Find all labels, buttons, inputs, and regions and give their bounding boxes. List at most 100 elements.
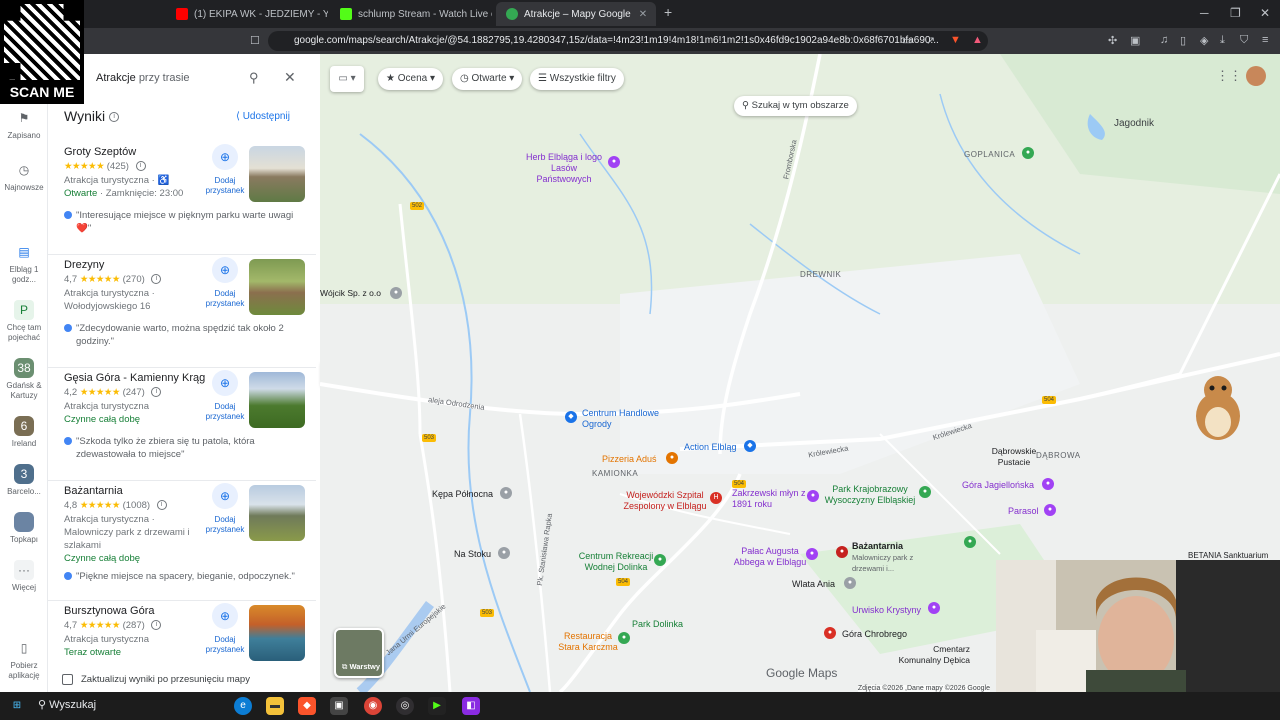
poi-marker[interactable]: ● [1044,504,1056,516]
place-label[interactable]: Urwisko Krystyny [852,605,921,616]
place-label[interactable]: Pizzeria Aduś [602,454,657,465]
share-button[interactable]: ⟨ Udostępnij [236,111,290,122]
app-icon[interactable]: ◧ [462,697,480,715]
park-marker[interactable]: ● [654,554,666,566]
place-label[interactable]: Action Elbląg [684,442,737,453]
poi-marker[interactable]: ● [824,627,836,639]
obs-icon[interactable]: ◎ [396,697,414,715]
minimize-icon[interactable]: ─ [1200,6,1209,20]
search-area-button[interactable]: ⚲ Szukaj w tym obszarze [734,96,857,116]
place-label[interactable]: KAMIONKA [592,468,638,479]
poi-marker[interactable]: ● [500,487,512,499]
poi-marker[interactable]: ● [844,577,856,589]
place-label[interactable]: Centrum Handlowe Ogrody [582,408,662,430]
place-name[interactable]: Groty Szeptów [64,146,136,158]
media-icon[interactable]: ♫ [1160,34,1168,46]
place-label[interactable]: GOPLANICA [964,149,1015,160]
result-card[interactable]: Bursztynowa Góra 4,7 ★★★★★ (287) i Atrak… [48,601,316,667]
file-explorer-icon[interactable]: ▬ [266,697,284,715]
store-icon[interactable]: ▣ [330,697,348,715]
bookmark-page-icon[interactable]: ☐ [250,34,260,47]
search-input[interactable]: Atrakcje przy trasie [96,66,302,90]
info-icon[interactable]: i [109,112,120,123]
rewards-icon[interactable]: ▲ [972,34,983,46]
place-photo[interactable] [249,259,305,315]
result-card[interactable]: Drezyny 4,7 ★★★★★ (270) i Atrakcja turys… [48,255,316,368]
shop-marker[interactable]: ◆ [744,440,756,452]
poi-marker[interactable]: ● [498,547,510,559]
place-label[interactable]: Jagodnik [1114,118,1154,129]
poi-marker[interactable]: ● [608,156,620,168]
rail-elblag[interactable]: ▤ Elbląg 1 godz... [0,242,48,285]
update-on-move-checkbox[interactable]: Zaktualizuj wyniki po przesunięciu mapy [62,674,250,685]
apps-grid-icon[interactable]: ⋮⋮ [1216,68,1242,84]
park-marker[interactable]: ● [618,632,630,644]
place-label[interactable]: Park Krajobrazowy Wysoczyzny Elbląskiej [820,484,920,506]
kick-app-icon[interactable]: ▶ [428,697,446,715]
place-label[interactable]: Pałac Augusta Abbega w Elblągu [732,546,808,568]
place-label[interactable]: Bażantarnia [852,541,903,552]
chrome-icon[interactable]: ◉ [364,697,382,715]
poi-marker[interactable]: ● [928,602,940,614]
poi-marker[interactable]: ● [390,287,402,299]
info-icon[interactable]: i [151,387,162,398]
add-stop-button[interactable]: ⊕ Dodaj przystanek [200,257,250,309]
place-label[interactable]: Wojewódzki Szpital Zespolony w Elblągu [620,490,710,512]
download-icon[interactable]: ⤓ [1220,34,1225,47]
park-marker[interactable]: ● [964,536,976,548]
rail-topkapi[interactable]: Topkapı [0,512,48,545]
place-photo[interactable] [249,146,305,202]
map-toggle-button[interactable]: ▭ ▾ [330,66,364,92]
brave-shield-icon[interactable]: ▼ [950,34,961,46]
new-tab-icon[interactable]: + [664,4,672,20]
place-photo[interactable] [249,372,305,428]
selected-place-marker[interactable]: ● [836,546,848,558]
close-icon[interactable]: ✕ [284,69,296,86]
tab-maps[interactable]: Atrakcje – Mapy Google ✕ [496,2,656,26]
wallet-icon[interactable]: ▣ [1130,34,1140,47]
taskbar-search[interactable]: ⚲ Wyszukaj [38,698,96,711]
place-name[interactable]: Drezyny [64,259,104,271]
place-label[interactable]: Wlata Ania [792,579,835,590]
place-label[interactable]: Zakrzewski młyn z 1891 roku [732,488,806,510]
brave-icon[interactable]: ◆ [298,697,316,715]
address-bar[interactable]: google.com/maps/search/Atrakcje/@54.1882… [268,31,988,51]
menu-icon[interactable]: ≡ [1262,34,1268,46]
place-label[interactable]: Góra Chrobrego [842,629,907,640]
filter-open-chip[interactable]: ◷ Otwarte ▾ [452,68,523,90]
edge-icon[interactable]: e [234,697,252,715]
place-label[interactable]: Kępa Północna [432,489,493,500]
place-photo[interactable] [249,485,305,541]
place-label[interactable]: Na Stoku [454,549,491,560]
place-photo[interactable] [249,605,305,661]
account-avatar[interactable] [1246,66,1266,86]
layers-button[interactable]: ⧉ Warstwy [334,628,384,678]
info-icon[interactable]: i [135,161,146,172]
place-label[interactable]: Park Dolinka [632,619,683,630]
poi-marker[interactable]: ● [1042,478,1054,490]
place-name[interactable]: Gęsia Góra - Kamienny Krąg [64,372,205,384]
close-window-icon[interactable]: ✕ [1260,6,1270,20]
sidebar-icon[interactable]: ▯ [1180,34,1186,47]
rail-get-app[interactable]: ▯ Pobierz aplikację [0,638,48,681]
place-label[interactable]: Dąbrowskie Pustacie [986,446,1042,468]
filter-rating-chip[interactable]: ★ Ocena ▾ [378,68,444,90]
rail-want-to-go[interactable]: P Chcę tam pojechać [0,300,48,343]
rail-more[interactable]: ··· Więcej [0,560,48,593]
tab-youtube[interactable]: (1) EKIPA WK - JEDZIEMY - YouTube [166,2,328,26]
leo-icon[interactable]: ◈ [1200,34,1208,47]
place-label[interactable]: Góra Jagiellońska [962,480,1034,491]
install-icon[interactable]: ▭ [902,34,912,47]
place-label[interactable]: DREWNIK [800,269,841,280]
poi-marker[interactable]: ● [807,490,819,502]
place-label[interactable]: Herb Elbląga i logo Lasów Państwowych [524,152,604,185]
food-marker[interactable]: ● [666,452,678,464]
place-label[interactable]: Restauracja Stara Karczma [558,631,618,653]
share-page-icon[interactable]: ↗ [926,34,935,47]
info-icon[interactable]: i [151,620,162,631]
close-tab-icon[interactable]: ✕ [631,9,647,20]
place-label[interactable]: Centrum Rekreacji Wodnej Dolinka [578,551,654,573]
rail-gdansk[interactable]: 38 Gdańsk & Kartuzy [0,358,48,401]
place-name[interactable]: Bażantarnia [64,485,123,497]
rail-recent[interactable]: ◷ Najnowsze [0,160,48,193]
